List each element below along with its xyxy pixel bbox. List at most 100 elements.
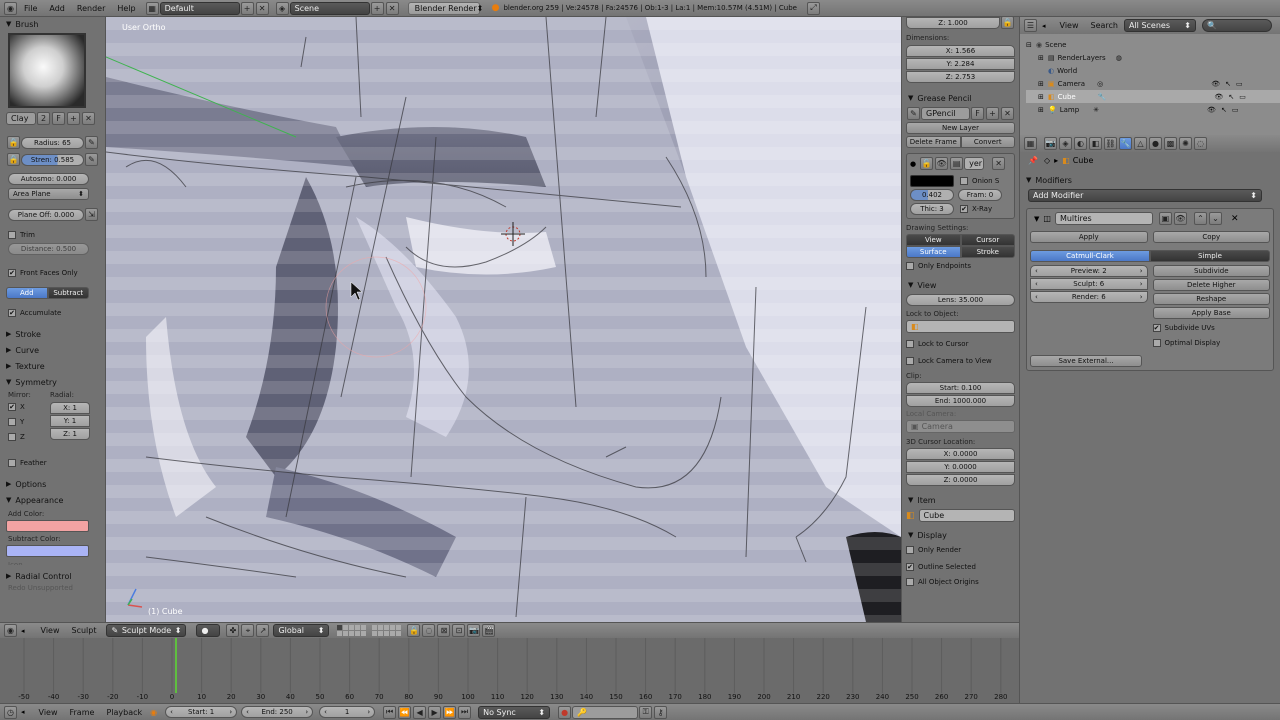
outliner-search-input[interactable]: 🔍: [1201, 19, 1272, 32]
layers-grid-1[interactable]: [337, 625, 367, 636]
modifier-name-field[interactable]: Multires: [1054, 212, 1153, 225]
draw-view-button[interactable]: View: [906, 234, 961, 246]
outliner-view-menu[interactable]: View: [1054, 21, 1085, 30]
lock-cursor-checkbox[interactable]: Lock to Cursor: [906, 338, 1015, 350]
lock-strength-icon[interactable]: 🔒: [7, 153, 20, 166]
cursor-z-field[interactable]: Z: 0.0000: [906, 474, 1015, 486]
clip-start-field[interactable]: Start: 0.100: [906, 382, 1015, 394]
scene-field[interactable]: Scene: [289, 1, 370, 15]
add-gpencil-icon[interactable]: +: [986, 107, 999, 120]
accumulate-checkbox[interactable]: ✔ Accumulate: [8, 307, 105, 319]
remove-layer-icon[interactable]: ✕: [992, 157, 1006, 170]
brush-name-field[interactable]: Clay: [6, 112, 36, 125]
grease-pencil-icon[interactable]: ✎: [907, 107, 920, 120]
panel-symmetry-header[interactable]: ▼ Symmetry: [0, 375, 105, 389]
panel-options-header[interactable]: ▶ Options: [0, 477, 105, 491]
delete-higher-button[interactable]: Delete Higher: [1152, 279, 1270, 291]
cursor-y-field[interactable]: Y: 0.0000: [906, 461, 1015, 473]
plane-offset-toggle-icon[interactable]: ⇲: [85, 208, 98, 221]
prev-keyframe-icon[interactable]: ⏪: [398, 705, 412, 719]
play-reverse-icon[interactable]: ◀: [413, 705, 427, 719]
preview-levels-field[interactable]: ‹ Preview: 2 ›: [1030, 265, 1148, 277]
pressure-radius-icon[interactable]: ✎: [85, 136, 98, 149]
next-keyframe-icon[interactable]: ⏩: [443, 705, 457, 719]
lock-layers-icon[interactable]: 🔒: [407, 624, 421, 637]
lock-object-field[interactable]: ◧: [906, 320, 1015, 333]
draw-surface-button[interactable]: Surface: [906, 246, 961, 258]
start-frame-field[interactable]: ‹ Start: 1 ›: [165, 706, 238, 718]
panel-modifiers-header[interactable]: ▼ Modifiers: [1020, 173, 1280, 187]
scene-icon[interactable]: ◈: [275, 1, 289, 15]
layers-grid-2[interactable]: [372, 625, 402, 636]
panel-view-header[interactable]: ▼ View: [906, 278, 1015, 292]
remove-gpencil-icon[interactable]: ✕: [1001, 107, 1014, 120]
save-external-button[interactable]: Save External...: [1030, 355, 1142, 367]
sculpt-levels-field[interactable]: ‹ Sculpt: 6 ›: [1030, 278, 1148, 290]
tab-material-icon[interactable]: ●: [1149, 137, 1162, 150]
select-arrow-icon[interactable]: ↖: [1228, 93, 1234, 101]
show-viewport-icon[interactable]: 👁: [1173, 212, 1187, 225]
tab-world-icon[interactable]: ◐: [1074, 137, 1087, 150]
panel-radial-control-header[interactable]: ▶ Radial Control: [0, 569, 105, 583]
add-color-swatch[interactable]: [6, 520, 89, 532]
tab-modifiers-icon[interactable]: 🔧: [1119, 137, 1132, 150]
dim-x-field[interactable]: X: 1.566: [906, 45, 1015, 57]
visibility-icon[interactable]: 👁: [1214, 93, 1223, 101]
brush-fake-user[interactable]: F: [52, 112, 65, 125]
sculpt-menu[interactable]: Sculpt: [66, 626, 103, 635]
jump-start-icon[interactable]: ⏮: [383, 705, 397, 719]
panel-appearance-header[interactable]: ▼ Appearance: [0, 493, 105, 507]
increment-icon[interactable]: ›: [229, 708, 232, 716]
thickness-field[interactable]: Thic: 3: [910, 203, 954, 215]
dim-z-field[interactable]: Z: 2.753: [906, 71, 1015, 83]
panel-display-header[interactable]: ▼ Display: [906, 528, 1015, 542]
brush-preview[interactable]: [8, 33, 86, 108]
outliner-row-renderlayers[interactable]: ⊞ ▤ RenderLayers ◍: [1026, 51, 1280, 64]
radial-y-field[interactable]: Y: 1: [50, 415, 90, 427]
select-arrow-icon[interactable]: ↖: [1225, 80, 1231, 88]
render-icon[interactable]: ▭: [1239, 93, 1246, 101]
lock-layer-icon[interactable]: 🔓: [920, 157, 934, 170]
radius-field[interactable]: Radius: 65: [21, 136, 84, 149]
tab-object-icon[interactable]: ◧: [1089, 137, 1102, 150]
subdivide-button[interactable]: Subdivide: [1152, 265, 1270, 277]
delete-keyframe-icon[interactable]: ⚷: [654, 705, 668, 719]
tab-scene-icon[interactable]: ◈: [1059, 137, 1072, 150]
plane-offset-field[interactable]: Plane Off: 0.000: [8, 208, 84, 221]
panel-grease-pencil-header[interactable]: ▼ Grease Pencil: [906, 91, 1015, 105]
jump-end-icon[interactable]: ⏭: [458, 705, 472, 719]
render-anim-icon[interactable]: 🎬: [482, 624, 496, 637]
all-object-origins-checkbox[interactable]: All Object Origins: [906, 576, 1015, 588]
radial-x-field[interactable]: X: 1: [50, 402, 90, 414]
mirror-x-checkbox[interactable]: ✔ X: [8, 401, 50, 413]
timeline-playback-menu[interactable]: Playback: [100, 708, 148, 717]
render-engine-select[interactable]: Blender Render ⬍: [407, 1, 483, 15]
pivot-icon[interactable]: ✤: [226, 624, 240, 637]
show-editmode-icon[interactable]: ▣: [1158, 212, 1172, 225]
copy-button[interactable]: Copy: [1152, 231, 1270, 243]
increment-icon[interactable]: ›: [1140, 280, 1143, 288]
select-arrow-icon[interactable]: ↖: [1221, 106, 1227, 114]
layer-color-swatch[interactable]: [910, 175, 954, 187]
cursor-x-field[interactable]: X: 0.0000: [906, 448, 1015, 460]
increment-icon[interactable]: ›: [1140, 267, 1143, 275]
collapse-header-icon[interactable]: ◂: [1042, 22, 1046, 30]
lens-field[interactable]: Lens: 35.000: [906, 294, 1015, 306]
render-icon[interactable]: ▭: [1236, 80, 1243, 88]
scale-z-field[interactable]: Z: 1.000: [906, 17, 1000, 29]
preview-range-icon[interactable]: ◉: [150, 708, 157, 717]
outliner-row-world[interactable]: ◐ World: [1026, 64, 1280, 77]
editor-type-icon[interactable]: ◉: [4, 1, 17, 15]
convert-button[interactable]: Convert: [960, 136, 1015, 148]
add-direction-button[interactable]: Add: [6, 287, 48, 299]
delete-frame-button[interactable]: Delete Frame: [906, 136, 961, 148]
visibility-icon[interactable]: 👁: [1211, 80, 1220, 88]
pressure-strength-icon[interactable]: ✎: [85, 153, 98, 166]
orientation-select[interactable]: Global ⬍: [273, 624, 330, 637]
tab-render-icon[interactable]: 📷: [1044, 137, 1057, 150]
outliner-row-scene[interactable]: ⊟ ◉ Scene: [1026, 38, 1280, 51]
insert-keyframe-icon[interactable]: ⚿: [639, 705, 653, 719]
snap-icon[interactable]: ⊠: [437, 624, 451, 637]
screen-layout-field[interactable]: Default: [159, 1, 240, 15]
current-frame-field[interactable]: ‹ 1 ›: [319, 706, 376, 718]
